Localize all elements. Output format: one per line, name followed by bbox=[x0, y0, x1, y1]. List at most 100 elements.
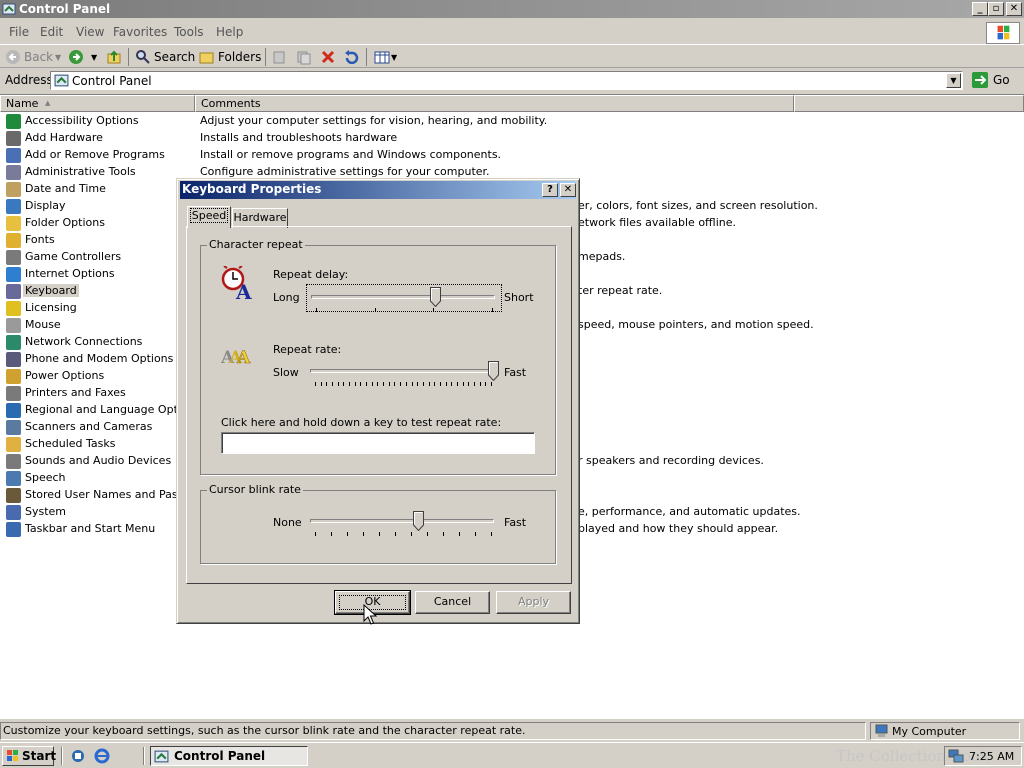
slider-tick bbox=[463, 382, 464, 386]
column-header-empty[interactable] bbox=[794, 95, 1024, 112]
slider-tick bbox=[366, 382, 367, 386]
clock[interactable]: 7:25 AM bbox=[969, 750, 1014, 763]
menu-help[interactable]: Help bbox=[216, 25, 243, 39]
up-folder-icon[interactable] bbox=[106, 49, 122, 65]
slider-tick bbox=[485, 382, 486, 386]
cursor-blink-track bbox=[310, 519, 494, 523]
back-arrow-icon[interactable] bbox=[5, 49, 21, 65]
help-button[interactable]: ? bbox=[542, 183, 558, 197]
slider-tick bbox=[406, 382, 407, 386]
apply-button[interactable]: Apply bbox=[496, 591, 571, 614]
blink-none-label: None bbox=[273, 516, 302, 529]
slider-tick bbox=[383, 382, 384, 386]
comment-text: r speakers and recording devices. bbox=[578, 454, 764, 467]
slider-tick bbox=[332, 382, 333, 386]
windows-logo-icon bbox=[986, 22, 1020, 44]
comment-text: ter repeat rate. bbox=[578, 284, 663, 297]
taskbar-button-label: Control Panel bbox=[174, 749, 266, 763]
blink-fast-label: Fast bbox=[504, 516, 527, 529]
my-computer-icon bbox=[875, 724, 888, 737]
slider-tick bbox=[338, 382, 339, 386]
keyboard-properties-dialog: Keyboard Properties ? ✕ Speed Hardware C… bbox=[176, 178, 580, 624]
network-tray-icon[interactable] bbox=[948, 749, 964, 764]
character-repeat-group: Character repeat A Repeat delay: Long Sh… bbox=[200, 238, 556, 475]
repeat-rate-thumb[interactable] bbox=[488, 361, 499, 381]
repeat-delay-slider[interactable] bbox=[306, 284, 502, 312]
cancel-button[interactable]: Cancel bbox=[415, 591, 490, 614]
restore-button[interactable]: ▫ bbox=[988, 2, 1004, 16]
folders-icon[interactable] bbox=[199, 49, 215, 65]
address-dropdown-button[interactable]: ▼ bbox=[946, 73, 961, 88]
repeat-rate-fast-label: Fast bbox=[504, 366, 527, 379]
column-name-label: Name bbox=[6, 97, 39, 110]
forward-dropdown-icon[interactable]: ▼ bbox=[91, 53, 97, 62]
status-text: Customize your keyboard settings, such a… bbox=[0, 722, 866, 740]
menu-file[interactable]: File bbox=[9, 25, 29, 39]
taskbar-button-control-panel[interactable]: Control Panel bbox=[150, 746, 308, 766]
slider-tick bbox=[349, 382, 350, 386]
test-repeat-input[interactable] bbox=[221, 432, 535, 454]
go-button[interactable]: Go bbox=[970, 71, 1020, 90]
search-icon[interactable] bbox=[135, 49, 151, 65]
show-desktop-icon[interactable] bbox=[70, 748, 86, 764]
menu-favorites[interactable]: Favorites bbox=[113, 25, 167, 39]
views-dropdown-icon[interactable]: ▼ bbox=[391, 53, 397, 62]
tab-speed[interactable]: Speed bbox=[187, 206, 231, 228]
slider-tick bbox=[423, 382, 424, 386]
undo-icon[interactable] bbox=[343, 49, 359, 65]
comment-text: Installs and troubleshoots hardware bbox=[200, 131, 398, 144]
column-header-comments[interactable]: Comments bbox=[195, 95, 794, 112]
menu-bar: File Edit View Favorites Tools Help bbox=[0, 22, 1024, 44]
window-title-bar[interactable]: Control Panel _ ▫ ✕ bbox=[0, 0, 1024, 18]
taskbar: Start Control Panel The Collection Book … bbox=[0, 742, 1024, 768]
cursor-blink-group: Cursor blink rate None Fast bbox=[200, 483, 556, 564]
slider-tick bbox=[491, 532, 492, 536]
slider-tick bbox=[394, 382, 395, 386]
copy-to-icon[interactable] bbox=[296, 49, 312, 65]
slider-tick bbox=[492, 308, 493, 312]
cursor-blink-slider[interactable] bbox=[306, 509, 502, 537]
repeat-delay-icon: A bbox=[221, 266, 252, 302]
repeat-delay-thumb[interactable] bbox=[430, 287, 441, 307]
slider-tick bbox=[315, 382, 316, 386]
menu-tools[interactable]: Tools bbox=[174, 25, 204, 39]
back-dropdown-icon[interactable]: ▼ bbox=[55, 53, 61, 62]
cursor-blink-ticks bbox=[315, 532, 492, 536]
internet-explorer-icon[interactable] bbox=[94, 748, 110, 764]
tab-speed-label: Speed bbox=[189, 208, 229, 223]
folders-button[interactable]: Folders bbox=[218, 50, 261, 64]
control-panel-icon bbox=[54, 74, 69, 87]
repeat-rate-ticks bbox=[315, 382, 492, 386]
cursor-blink-thumb[interactable] bbox=[413, 511, 424, 531]
address-bar: Address Control Panel ▼ Go bbox=[0, 70, 1024, 92]
address-input[interactable]: Control Panel ▼ bbox=[50, 71, 963, 90]
move-to-icon[interactable] bbox=[272, 49, 288, 65]
minimize-button[interactable]: _ bbox=[972, 2, 988, 16]
start-button[interactable]: Start bbox=[2, 746, 56, 766]
menu-view[interactable]: View bbox=[76, 25, 104, 39]
column-header-name[interactable]: Name ▲ bbox=[0, 95, 195, 112]
delete-icon[interactable] bbox=[320, 49, 336, 65]
toolbar-separator bbox=[265, 48, 266, 66]
slider-tick bbox=[316, 308, 317, 312]
slider-tick bbox=[377, 382, 378, 386]
slider-tick bbox=[433, 308, 434, 312]
slider-tick bbox=[474, 382, 475, 386]
apply-label: Apply bbox=[517, 595, 550, 608]
close-button[interactable]: ✕ bbox=[1006, 2, 1022, 16]
dialog-title-bar[interactable]: Keyboard Properties ? ✕ bbox=[180, 181, 576, 199]
forward-arrow-icon[interactable] bbox=[68, 49, 84, 65]
slider-tick bbox=[429, 382, 430, 386]
views-icon[interactable] bbox=[374, 49, 390, 65]
tab-hardware[interactable]: Hardware bbox=[232, 208, 288, 228]
status-zone: My Computer bbox=[870, 722, 1020, 740]
dialog-close-button[interactable]: ✕ bbox=[560, 183, 576, 197]
search-button[interactable]: Search bbox=[154, 50, 195, 64]
repeat-rate-slider[interactable] bbox=[306, 359, 502, 387]
windows-flag-icon bbox=[7, 750, 18, 761]
back-button[interactable]: Back bbox=[24, 50, 53, 64]
go-arrow-icon bbox=[972, 72, 988, 88]
go-label: Go bbox=[993, 73, 1010, 87]
menu-edit[interactable]: Edit bbox=[40, 25, 63, 39]
column-comments-label: Comments bbox=[201, 97, 261, 110]
